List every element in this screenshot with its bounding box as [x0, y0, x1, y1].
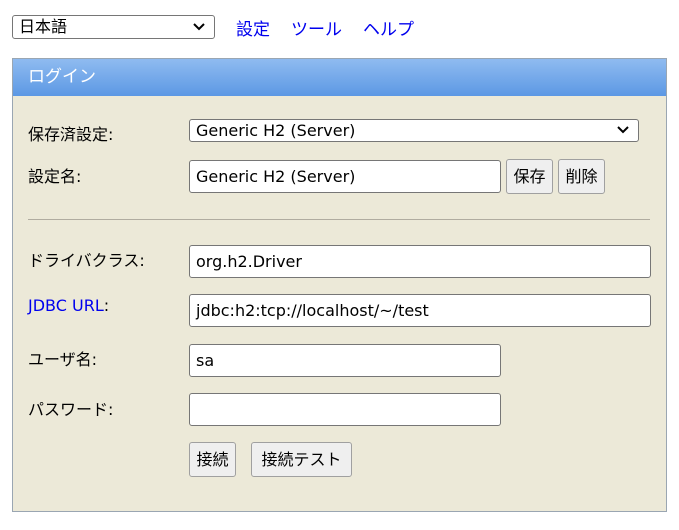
saved-settings-select[interactable]: Generic H2 (Server) [189, 119, 639, 142]
delete-button[interactable]: 削除 [558, 159, 605, 194]
jdbc-url-colon: : [103, 296, 110, 315]
language-select[interactable]: 日本語 [12, 15, 215, 39]
language-select-value: 日本語 [19, 17, 68, 36]
link-settings[interactable]: 設定 [236, 15, 270, 40]
driver-class-label: ドライバクラス: [28, 251, 145, 270]
username-label: ユーザ名: [28, 350, 98, 369]
password-label: パスワード: [28, 400, 114, 419]
jdbc-url-input[interactable]: jdbc:h2:tcp://localhost/~/test [189, 294, 651, 327]
jdbc-url-label: JDBC URL: [28, 296, 109, 315]
chevron-down-icon [617, 126, 629, 134]
setting-name-label: 設定名: [28, 167, 82, 186]
divider [28, 219, 650, 220]
test-connection-button[interactable]: 接続テスト [251, 442, 352, 477]
link-tools[interactable]: ツール [291, 15, 342, 40]
setting-name-input[interactable]: Generic H2 (Server) [189, 160, 501, 193]
saved-settings-label: 保存済設定: [28, 125, 114, 144]
driver-class-input[interactable]: org.h2.Driver [189, 245, 651, 278]
password-input[interactable] [189, 393, 501, 426]
jdbc-url-link[interactable]: JDBC URL [28, 296, 104, 315]
save-button[interactable]: 保存 [506, 159, 553, 194]
panel-title: ログイン [13, 59, 666, 96]
top-links: 設定 ツール ヘルプ [236, 14, 435, 40]
connect-button[interactable]: 接続 [189, 442, 236, 477]
chevron-down-icon [193, 23, 205, 31]
username-input[interactable]: sa [189, 344, 501, 377]
login-panel: ログイン 保存済設定: Generic H2 (Server) 設定名: Gen… [12, 58, 667, 512]
saved-settings-value: Generic H2 (Server) [196, 121, 356, 140]
link-help[interactable]: ヘルプ [363, 15, 414, 40]
top-bar: 日本語 設定 ツール ヘルプ [12, 14, 414, 40]
